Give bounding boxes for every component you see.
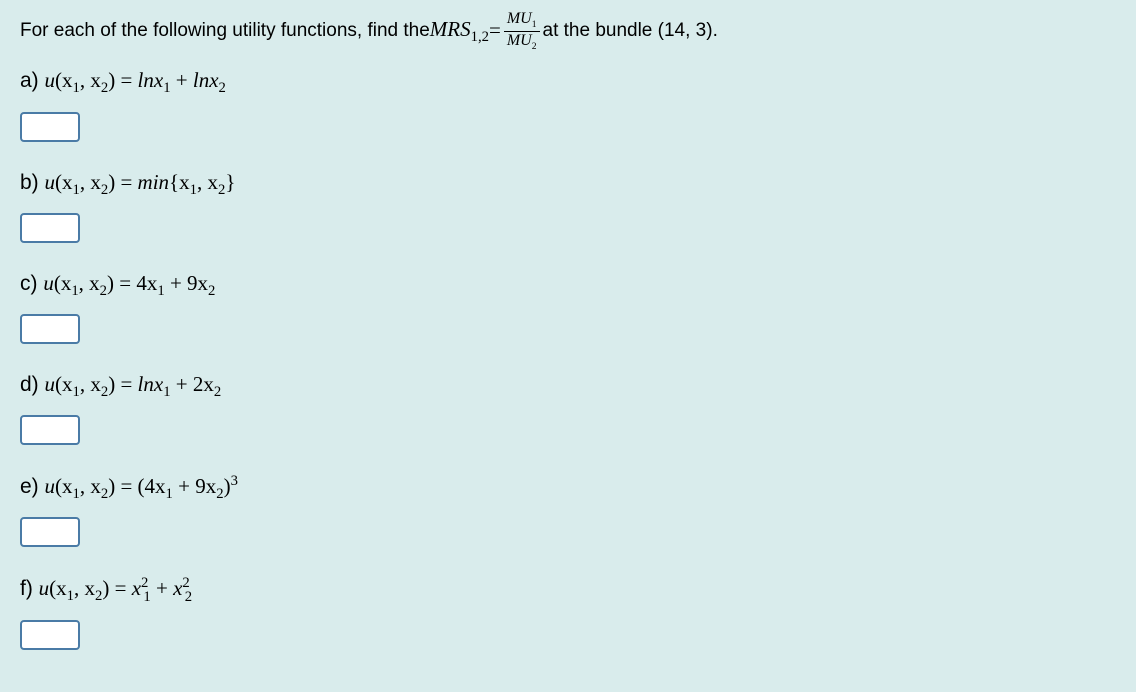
question-c: c) u(x1, x2) = 4x1 + 9x2 [20,271,1116,344]
question-f-text: f) u(x1, x2) = x21 + x22 [20,575,1116,605]
answer-input-f[interactable] [20,620,80,650]
answer-input-e[interactable] [20,517,80,547]
mrs-label: MRS [430,17,471,41]
intro-prefix: For each of the following utility functi… [20,16,430,46]
mrs-sub: 1,2 [471,29,489,45]
answer-input-b[interactable] [20,213,80,243]
question-a-text: a) u(x1, x2) = lnx1 + lnx2 [20,68,1116,97]
answer-input-d[interactable] [20,415,80,445]
question-e: e) u(x1, x2) = (4x1 + 9x2)3 [20,473,1116,547]
answer-input-c[interactable] [20,314,80,344]
question-f: f) u(x1, x2) = x21 + x22 [20,575,1116,649]
question-e-text: e) u(x1, x2) = (4x1 + 9x2)3 [20,473,1116,503]
question-c-text: c) u(x1, x2) = 4x1 + 9x2 [20,271,1116,300]
intro-text: For each of the following utility functi… [20,10,718,52]
question-d: d) u(x1, x2) = lnx1 + 2x2 [20,372,1116,445]
intro-suffix: at the bundle (14, 3). [543,16,718,46]
answer-input-a[interactable] [20,112,80,142]
question-b: b) u(x1, x2) = min{x1, x2} [20,170,1116,243]
question-b-text: b) u(x1, x2) = min{x1, x2} [20,170,1116,199]
question-d-text: d) u(x1, x2) = lnx1 + 2x2 [20,372,1116,401]
mrs-fraction: MU1 MU2 [504,10,540,52]
question-a: a) u(x1, x2) = lnx1 + lnx2 [20,68,1116,141]
equals: = [489,14,501,48]
